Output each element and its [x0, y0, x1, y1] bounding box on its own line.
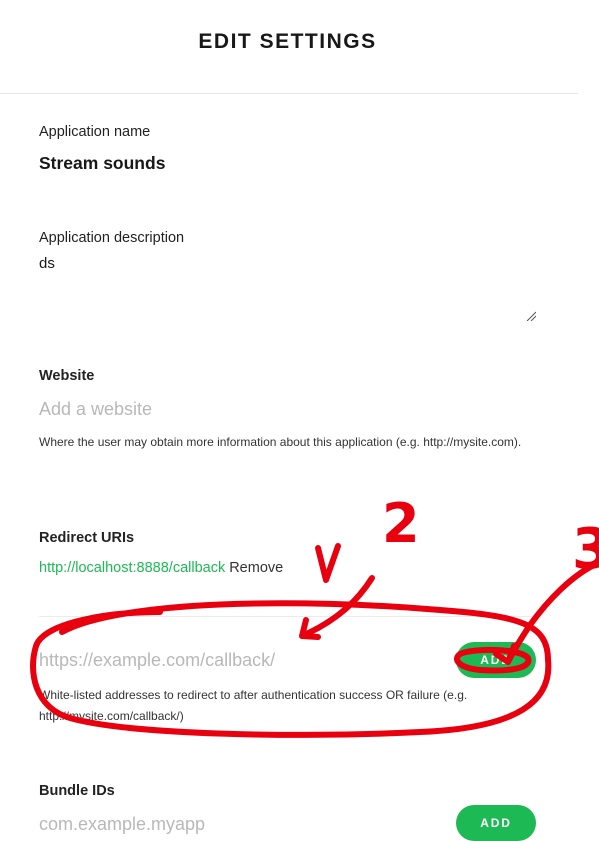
app-name-label: Application name — [39, 124, 151, 140]
uri-divider — [39, 616, 539, 617]
redirect-uri-input[interactable] — [39, 648, 439, 672]
redirect-uri-item: http://localhost:8888/callback Remove — [39, 560, 283, 576]
add-redirect-uri-button[interactable]: ADD — [456, 642, 536, 678]
annotation-label-3: 3 — [572, 517, 599, 582]
page-title: EDIT SETTINGS — [198, 30, 377, 53]
redirect-uris-help: White-listed addresses to redirect to af… — [39, 688, 468, 723]
resize-grip-icon[interactable] — [526, 311, 536, 321]
redirect-uri-link[interactable]: http://localhost:8888/callback — [39, 560, 225, 576]
add-bundle-id-button[interactable]: ADD — [456, 805, 536, 841]
annotation-label-2: 2 — [382, 492, 420, 555]
app-description-label: Application description — [39, 230, 185, 246]
redirect-uris-label: Redirect URIs — [39, 530, 135, 546]
annotation-small-v — [315, 543, 341, 583]
bundle-id-input[interactable] — [39, 812, 439, 836]
website-label: Website — [39, 368, 95, 384]
header-divider — [0, 93, 578, 94]
remove-uri-button[interactable]: Remove — [229, 560, 283, 576]
annotation-arrow-2 — [299, 575, 375, 640]
app-description-field[interactable] — [39, 255, 537, 323]
bundle-ids-label: Bundle IDs — [39, 783, 115, 799]
website-input[interactable] — [39, 397, 539, 421]
app-name-value: Stream sounds — [39, 153, 166, 173]
website-help: Where the user may obtain more informati… — [39, 435, 522, 449]
